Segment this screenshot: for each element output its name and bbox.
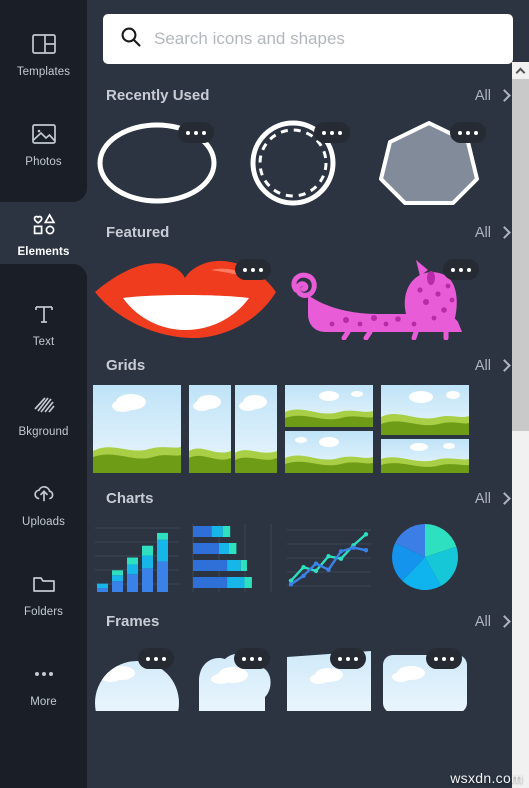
search-box[interactable] bbox=[103, 14, 513, 64]
section-grids: Grids All bbox=[90, 344, 529, 473]
chevron-right-icon bbox=[498, 359, 511, 372]
chevron-up-icon bbox=[515, 67, 526, 77]
more-options-icon[interactable] bbox=[234, 648, 270, 669]
pie-chart[interactable] bbox=[381, 518, 469, 596]
more-options-icon[interactable] bbox=[235, 259, 271, 280]
sidebar-item-label: Bkground bbox=[18, 425, 69, 438]
elements-panel-app: Templates Photos Elements Text Bkground … bbox=[0, 0, 529, 788]
sidebar-item-folders[interactable]: Folders bbox=[0, 548, 87, 638]
chevron-right-icon bbox=[498, 226, 511, 239]
see-all-label: All bbox=[474, 613, 491, 630]
section-featured: Featured All bbox=[90, 211, 529, 340]
frames-row bbox=[90, 641, 529, 711]
more-options-icon[interactable] bbox=[138, 648, 174, 669]
background-icon bbox=[29, 389, 59, 419]
more-options-icon[interactable] bbox=[178, 122, 214, 143]
templates-icon bbox=[29, 29, 59, 59]
see-all-label: All bbox=[474, 357, 491, 374]
search-icon bbox=[119, 25, 142, 53]
sidebar-item-text[interactable]: Text bbox=[0, 278, 87, 368]
more-options-icon[interactable] bbox=[314, 122, 350, 143]
section-title: Grids bbox=[106, 357, 146, 374]
see-all-recently-used[interactable]: All bbox=[474, 87, 511, 104]
section-frames: Frames All bbox=[90, 600, 529, 711]
sidebar-item-label: Photos bbox=[25, 155, 62, 168]
more-options-icon[interactable] bbox=[330, 648, 366, 669]
see-all-charts[interactable]: All bbox=[474, 490, 511, 507]
more-options-icon[interactable] bbox=[426, 648, 462, 669]
sidebar-item-uploads[interactable]: Uploads bbox=[0, 458, 87, 548]
sidebar-item-label: More bbox=[30, 695, 57, 708]
section-title: Recently Used bbox=[106, 87, 210, 104]
sidebar-item-bkground[interactable]: Bkground bbox=[0, 368, 87, 458]
grid-single-cell[interactable] bbox=[93, 385, 181, 473]
blob-frame[interactable] bbox=[189, 641, 277, 711]
pink-leopard-illustration[interactable] bbox=[286, 252, 486, 340]
sidebar-item-label: Templates bbox=[16, 65, 71, 78]
recently-used-row bbox=[90, 115, 529, 207]
folders-icon bbox=[29, 569, 59, 599]
section-header: Charts All bbox=[90, 477, 529, 518]
grid-two-columns[interactable] bbox=[189, 385, 277, 473]
more-options-icon[interactable] bbox=[450, 122, 486, 143]
more-options-icon[interactable] bbox=[443, 259, 479, 280]
rounded-frame[interactable] bbox=[381, 641, 469, 711]
sidebar-item-label: Uploads bbox=[22, 515, 65, 528]
see-all-grids[interactable]: All bbox=[474, 357, 511, 374]
left-sidebar: Templates Photos Elements Text Bkground … bbox=[0, 0, 87, 788]
elements-content-panel: Recently Used All bbox=[87, 0, 529, 788]
see-all-frames[interactable]: All bbox=[474, 613, 511, 630]
grids-row bbox=[90, 385, 529, 473]
sidebar-item-label: Text bbox=[32, 335, 55, 348]
circle-frame[interactable] bbox=[93, 641, 181, 711]
section-header: Recently Used All bbox=[90, 74, 529, 115]
rectangle-frame[interactable] bbox=[285, 641, 373, 711]
section-header: Grids All bbox=[90, 344, 529, 385]
sidebar-item-elements[interactable]: Elements bbox=[0, 188, 87, 278]
ellipse-outline-shape[interactable] bbox=[93, 115, 221, 207]
chevron-right-icon bbox=[498, 89, 511, 102]
scroll-up-button[interactable] bbox=[512, 62, 529, 79]
elements-icon bbox=[29, 209, 59, 239]
stacked-bar-chart[interactable] bbox=[93, 518, 181, 596]
sidebar-item-templates[interactable]: Templates bbox=[0, 8, 87, 98]
grid-two-rows-alt[interactable] bbox=[381, 385, 469, 473]
grid-two-rows[interactable] bbox=[285, 385, 373, 473]
see-all-label: All bbox=[474, 490, 491, 507]
chevron-right-icon bbox=[498, 615, 511, 628]
sidebar-item-photos[interactable]: Photos bbox=[0, 98, 87, 188]
sidebar-item-label: Folders bbox=[23, 605, 64, 618]
red-lips-illustration[interactable] bbox=[93, 252, 278, 340]
scrollbar-track[interactable] bbox=[512, 62, 529, 788]
text-icon bbox=[29, 299, 59, 329]
scrollbar-thumb[interactable] bbox=[512, 79, 529, 431]
see-all-label: All bbox=[474, 224, 491, 241]
charts-row bbox=[90, 518, 529, 596]
search-bar-container bbox=[87, 0, 529, 74]
filled-heptagon-shape[interactable] bbox=[365, 115, 493, 207]
see-all-featured[interactable]: All bbox=[474, 224, 511, 241]
photos-icon bbox=[29, 119, 59, 149]
sections-scroll-area[interactable]: Recently Used All Featured All Grids All… bbox=[87, 74, 529, 788]
see-all-label: All bbox=[474, 87, 491, 104]
horizontal-bar-chart[interactable] bbox=[189, 518, 277, 596]
section-header: Frames All bbox=[90, 600, 529, 641]
search-input[interactable] bbox=[154, 29, 497, 49]
section-title: Featured bbox=[106, 224, 170, 241]
dashed-circle-shape[interactable] bbox=[229, 115, 357, 207]
featured-row bbox=[90, 252, 529, 340]
section-title: Frames bbox=[106, 613, 160, 630]
section-charts: Charts All bbox=[90, 477, 529, 596]
more-icon bbox=[29, 659, 59, 689]
line-chart[interactable] bbox=[285, 518, 373, 596]
uploads-icon bbox=[29, 479, 59, 509]
section-title: Charts bbox=[106, 490, 154, 507]
chevron-right-icon bbox=[498, 492, 511, 505]
sidebar-item-more[interactable]: More bbox=[0, 638, 87, 728]
section-header: Featured All bbox=[90, 211, 529, 252]
sidebar-item-label: Elements bbox=[17, 245, 70, 258]
section-recently-used: Recently Used All bbox=[90, 74, 529, 207]
